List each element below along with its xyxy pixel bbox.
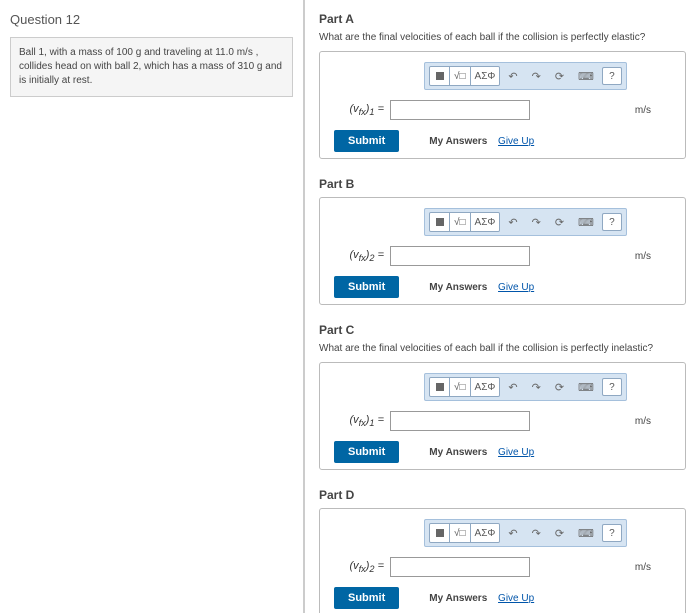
undo-icon[interactable]: ↶ (502, 214, 523, 231)
template-icon[interactable] (430, 213, 450, 231)
equation-toolbar: √□ ΑΣΦ ↶ ↷ ⟳ ⌨ ? (424, 62, 627, 90)
undo-icon[interactable]: ↶ (502, 525, 523, 542)
my-answers-link[interactable]: My Answers (429, 447, 487, 458)
help-button[interactable]: ? (602, 524, 622, 542)
answer-box: √□ ΑΣΦ ↶ ↷ ⟳ ⌨ ? (vfx)2 = m/s Submit (319, 197, 686, 305)
question-panel: Question 12 Ball 1, with a mass of 100 g… (0, 0, 305, 613)
keyboard-icon[interactable]: ⌨ (572, 525, 600, 542)
sqrt-icon[interactable]: √□ (450, 213, 471, 231)
answer-input[interactable] (390, 100, 530, 120)
unit-label: m/s (635, 105, 651, 116)
greek-button[interactable]: ΑΣΦ (471, 67, 500, 85)
part-title: Part B (319, 177, 686, 191)
template-icon[interactable] (430, 67, 450, 85)
variable-label: (vfx)2 = (334, 560, 384, 574)
give-up-link[interactable]: Give Up (498, 282, 534, 293)
reset-icon[interactable]: ⟳ (549, 214, 570, 231)
part-title: Part A (319, 12, 686, 26)
my-answers-link[interactable]: My Answers (429, 593, 487, 604)
part-d: Part D √□ ΑΣΦ ↶ ↷ ⟳ ⌨ ? (vfx)2 = (319, 488, 686, 613)
reset-icon[interactable]: ⟳ (549, 525, 570, 542)
variable-label: (vfx)1 = (334, 414, 384, 428)
submit-button[interactable]: Submit (334, 441, 399, 463)
part-title: Part D (319, 488, 686, 502)
reset-icon[interactable]: ⟳ (549, 379, 570, 396)
sqrt-icon[interactable]: √□ (450, 378, 471, 396)
greek-button[interactable]: ΑΣΦ (471, 213, 500, 231)
template-icon[interactable] (430, 378, 450, 396)
submit-button[interactable]: Submit (334, 130, 399, 152)
part-a: Part A What are the final velocities of … (319, 12, 686, 159)
redo-icon[interactable]: ↷ (526, 68, 547, 85)
help-button[interactable]: ? (602, 213, 622, 231)
redo-icon[interactable]: ↷ (526, 379, 547, 396)
submit-button[interactable]: Submit (334, 276, 399, 298)
answer-box: √□ ΑΣΦ ↶ ↷ ⟳ ⌨ ? (vfx)1 = m/s Submit (319, 362, 686, 470)
unit-label: m/s (635, 562, 651, 573)
question-text: Ball 1, with a mass of 100 g and traveli… (10, 37, 293, 97)
submit-button[interactable]: Submit (334, 587, 399, 609)
answer-input[interactable] (390, 246, 530, 266)
redo-icon[interactable]: ↷ (526, 214, 547, 231)
give-up-link[interactable]: Give Up (498, 136, 534, 147)
give-up-link[interactable]: Give Up (498, 447, 534, 458)
greek-button[interactable]: ΑΣΦ (471, 524, 500, 542)
part-prompt: What are the final velocities of each ba… (319, 343, 686, 354)
unit-label: m/s (635, 251, 651, 262)
answer-panel: Part A What are the final velocities of … (305, 0, 700, 613)
keyboard-icon[interactable]: ⌨ (572, 68, 600, 85)
answer-box: √□ ΑΣΦ ↶ ↷ ⟳ ⌨ ? (vfx)1 = m/s Submit (319, 51, 686, 159)
sqrt-icon[interactable]: √□ (450, 524, 471, 542)
part-c: Part C What are the final velocities of … (319, 323, 686, 470)
my-answers-link[interactable]: My Answers (429, 136, 487, 147)
my-answers-link[interactable]: My Answers (429, 282, 487, 293)
question-title: Question 12 (10, 12, 293, 27)
undo-icon[interactable]: ↶ (502, 379, 523, 396)
redo-icon[interactable]: ↷ (526, 525, 547, 542)
give-up-link[interactable]: Give Up (498, 593, 534, 604)
help-button[interactable]: ? (602, 67, 622, 85)
answer-input[interactable] (390, 557, 530, 577)
answer-input[interactable] (390, 411, 530, 431)
equation-toolbar: √□ ΑΣΦ ↶ ↷ ⟳ ⌨ ? (424, 373, 627, 401)
variable-label: (vfx)2 = (334, 249, 384, 263)
template-icon[interactable] (430, 524, 450, 542)
help-button[interactable]: ? (602, 378, 622, 396)
equation-toolbar: √□ ΑΣΦ ↶ ↷ ⟳ ⌨ ? (424, 519, 627, 547)
greek-button[interactable]: ΑΣΦ (471, 378, 500, 396)
variable-label: (vfx)1 = (334, 103, 384, 117)
reset-icon[interactable]: ⟳ (549, 68, 570, 85)
undo-icon[interactable]: ↶ (502, 68, 523, 85)
answer-box: √□ ΑΣΦ ↶ ↷ ⟳ ⌨ ? (vfx)2 = m/s Submit (319, 508, 686, 613)
equation-toolbar: √□ ΑΣΦ ↶ ↷ ⟳ ⌨ ? (424, 208, 627, 236)
part-b: Part B √□ ΑΣΦ ↶ ↷ ⟳ ⌨ ? (vfx)2 = (319, 177, 686, 305)
keyboard-icon[interactable]: ⌨ (572, 214, 600, 231)
unit-label: m/s (635, 416, 651, 427)
keyboard-icon[interactable]: ⌨ (572, 379, 600, 396)
part-prompt: What are the final velocities of each ba… (319, 32, 686, 43)
part-title: Part C (319, 323, 686, 337)
sqrt-icon[interactable]: √□ (450, 67, 471, 85)
